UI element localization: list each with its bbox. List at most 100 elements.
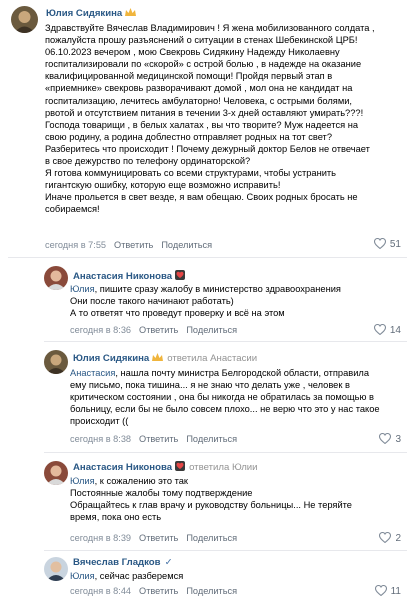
reply-button[interactable]: Ответить: [139, 586, 178, 596]
timestamp[interactable]: сегодня в 8:39: [70, 533, 131, 543]
avatar-image: [44, 461, 68, 485]
share-button[interactable]: Поделиться: [186, 586, 237, 596]
text-line: Господа товарищи , в белых халатах , вы …: [45, 119, 359, 130]
text-line: критическом состоянии , она бы никогда н…: [70, 392, 374, 403]
author-label[interactable]: Вячеслав Гладков: [73, 557, 161, 568]
like-count: 3: [395, 434, 401, 445]
author-label[interactable]: Анастасия Никонова: [73, 462, 172, 473]
mention-link[interactable]: Юлия: [70, 476, 95, 486]
text-line: Разберитесь что происходит ! Почему дежу…: [45, 143, 370, 154]
author-label[interactable]: Юлия Сидякина: [73, 353, 149, 364]
like-button[interactable]: 11: [374, 584, 401, 597]
text-line: Обращайтесь к глав врачу и руководству б…: [70, 500, 352, 511]
comment-3: Юлия Сидякина ответила Анастасии Анастаси…: [0, 342, 415, 452]
share-button[interactable]: Поделиться: [161, 240, 212, 250]
comment-text: Здравствуйте Вячеслав Владимирович ! Я ж…: [45, 22, 375, 216]
timestamp[interactable]: сегодня в 7:55: [45, 240, 106, 250]
avatar[interactable]: [44, 266, 68, 290]
mention-link[interactable]: Юлия: [70, 284, 95, 294]
mention-link[interactable]: Юлия: [70, 571, 95, 581]
text-segment: , сейчас разберемся: [94, 571, 184, 581]
text-segment: , пишите сразу жалобу в министерство здр…: [94, 284, 341, 294]
avatar[interactable]: [44, 557, 68, 581]
like-button[interactable]: 51: [373, 237, 401, 250]
heart-badge-icon: [175, 461, 186, 474]
author-name[interactable]: Юлия Сидякина: [46, 8, 137, 20]
timestamp[interactable]: сегодня в 8:38: [70, 434, 131, 444]
text-line: Они после такого начинают работать): [70, 296, 234, 307]
avatar-image: [44, 266, 68, 290]
comment-meta: сегодня в 7:55 Ответить Поделиться: [45, 240, 220, 250]
mention-link[interactable]: Анастасия: [70, 368, 115, 378]
text-segment: , нашла почту министра Белгородской обла…: [115, 368, 369, 378]
author-name[interactable]: Анастасия Никонова ответила Юлии: [73, 461, 258, 474]
avatar-image: [44, 557, 68, 581]
text-line: происходит ((: [70, 416, 129, 427]
share-button[interactable]: Поделиться: [186, 325, 237, 335]
comment-meta: сегодня в 8:36 Ответить Поделиться: [70, 325, 245, 335]
text-line: госпитализацию, лечитесь амбулаторно! Че…: [45, 95, 352, 106]
author-name[interactable]: Юлия Сидякина ответила Анастасии: [73, 353, 257, 365]
timestamp[interactable]: сегодня в 8:44: [70, 586, 131, 596]
comment-meta: сегодня в 8:39 Ответить Поделиться: [70, 533, 245, 543]
comment-meta: сегодня в 8:38 Ответить Поделиться: [70, 434, 245, 444]
comment-text: Юлия, пишите сразу жалобу в министерство…: [70, 283, 341, 319]
comment-meta: сегодня в 8:44 Ответить Поделиться: [70, 586, 245, 596]
text-line: Юлия, к сожалению это так: [70, 475, 352, 487]
like-count: 2: [395, 533, 401, 544]
author-name[interactable]: Вячеслав Гладков ✓: [73, 557, 173, 568]
reply-to-label[interactable]: ответила Юлии: [189, 462, 257, 473]
author-label[interactable]: Юлия Сидякина: [46, 8, 122, 19]
text-line: пожалуйста прошу разъяснений о ситуации …: [45, 35, 358, 46]
text-line: 06.10.2023 вечером , мою Свекровь Сидяки…: [45, 47, 340, 58]
reply-button[interactable]: Ответить: [114, 240, 153, 250]
avatar[interactable]: [44, 461, 68, 485]
comment-text: Юлия, к сожалению это так Постоянные жал…: [70, 475, 352, 523]
avatar[interactable]: [11, 6, 38, 33]
text-line: собираемся!: [45, 204, 100, 215]
avatar-image: [11, 6, 38, 33]
text-line: больницу, если бы не было совсем плохо..…: [70, 404, 380, 415]
text-line: Анастасия, нашла почту министра Белгород…: [70, 367, 380, 379]
reply-button[interactable]: Ответить: [139, 533, 178, 543]
like-button[interactable]: 14: [373, 323, 401, 336]
text-line: время, пока оно есть: [70, 512, 162, 523]
text-line: А то ответят что проведут проверку и всё…: [70, 308, 285, 319]
text-line: Иначе прольется в свет везде, я вам обещ…: [45, 192, 358, 203]
text-line: свою родину, а родина доблестно отправля…: [45, 131, 332, 142]
author-label[interactable]: Анастасия Никонова: [73, 271, 172, 282]
like-count: 11: [390, 586, 401, 597]
text-line: Юлия, сейчас разберемся: [70, 570, 183, 582]
text-line: Здравствуйте Вячеслав Владимирович ! Я ж…: [45, 23, 375, 33]
comment-2: Анастасия Никонова Юлия, пишите сразу жа…: [0, 258, 415, 342]
reply-button[interactable]: Ответить: [139, 434, 178, 444]
like-button[interactable]: 3: [379, 432, 401, 445]
crown-icon: [152, 353, 164, 365]
heart-icon: [379, 432, 392, 445]
author-name[interactable]: Анастасия Никонова: [73, 270, 186, 283]
heart-icon: [373, 323, 386, 336]
timestamp[interactable]: сегодня в 8:36: [70, 325, 131, 335]
text-line: квалифицированной медицинской помощи! Пр…: [45, 71, 333, 82]
text-segment: , к сожалению это так: [94, 476, 188, 486]
avatar-image: [44, 350, 68, 374]
share-button[interactable]: Поделиться: [186, 533, 237, 543]
text-line: госпитализировали по «скорой» с острой б…: [45, 59, 362, 70]
comment-text: Анастасия, нашла почту министра Белгород…: [70, 367, 380, 427]
reply-button[interactable]: Ответить: [139, 325, 178, 335]
avatar[interactable]: [44, 350, 68, 374]
heart-badge-icon: [175, 270, 186, 283]
heart-icon: [379, 531, 392, 544]
share-button[interactable]: Поделиться: [186, 434, 237, 444]
like-button[interactable]: 2: [379, 531, 401, 544]
text-line: «приемнике» свекровь разворачивают домой…: [45, 83, 353, 94]
verified-check-icon: ✓: [164, 557, 173, 568]
comment-text: Юлия, сейчас разберемся: [70, 570, 183, 582]
text-line: рвотой и отсутствием питания в течении 3…: [45, 107, 364, 118]
text-line: ему письмо, пока тишина... я не знаю что…: [70, 380, 350, 391]
crown-icon: [125, 8, 137, 20]
comment-1: Юлия Сидякина Здравствуйте Вячеслав Влад…: [0, 0, 415, 252]
comment-4: Анастасия Никонова ответила Юлии Юлия, к …: [0, 453, 415, 551]
text-line: в свое дежурство по телефону ординаторск…: [45, 156, 251, 167]
reply-to-label[interactable]: ответила Анастасии: [167, 353, 257, 364]
